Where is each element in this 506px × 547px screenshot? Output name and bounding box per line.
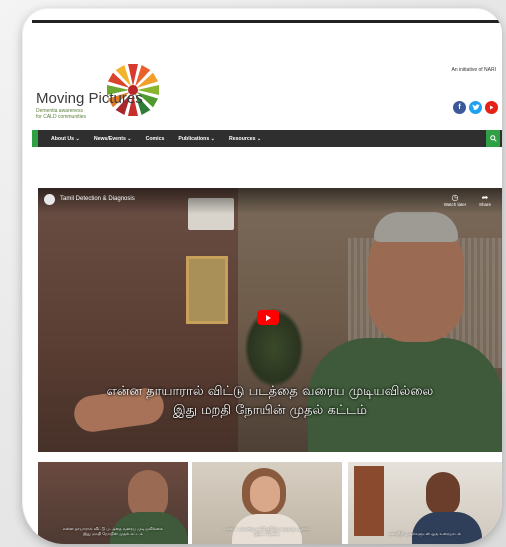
search-button[interactable] [486,130,500,147]
nav-item-news-events[interactable]: News/Events ⌄ [94,136,132,142]
play-button[interactable] [257,310,279,325]
channel-avatar[interactable] [44,194,55,205]
nav-item-about-us[interactable]: About Us ⌄ [51,136,80,142]
web-page: Moving Pictures Dementia awareness for C… [32,20,502,544]
video-thumbnail-3[interactable]: கலாநிதி அவர்களுடன் ஒரு உரையாடல் [348,462,502,544]
screenshot-frame: Moving Pictures Dementia awareness for C… [0,0,506,547]
home-nav-tab[interactable] [32,130,38,147]
site-header: Moving Pictures Dementia awareness for C… [32,23,502,127]
video-subtitle-line-1: என்ன தாயாரால் விட்டு படத்தை வரைய முடியவி… [106,384,434,399]
facebook-icon[interactable]: f [453,101,466,114]
video-subtitle-line-2: இது மறதி நோயின் முதல் கட்டம் [173,403,367,418]
nav-item-comics[interactable]: Comics [146,136,165,142]
video-title[interactable]: Tamil Detection & Diagnosis [60,196,135,202]
share-icon: ➦ [481,193,489,202]
twitter-bird-icon [472,104,480,110]
thumbnail-caption-line-2: இடைவேளை [254,531,280,536]
site-logo-title[interactable]: Moving Pictures [36,90,143,107]
nav-item-publications[interactable]: Publications ⌄ [178,136,215,142]
share-label: Share [478,202,491,207]
thumbnail-caption: என்ன தாயாரால் விட்டு படத்தை வரைய முடியவி… [38,526,188,536]
initiative-text: An initiative of NARI [451,67,496,73]
youtube-icon[interactable] [485,101,498,114]
youtube-video-player[interactable]: Tamil Detection & Diagnosis ◷ Watch late… [38,188,502,452]
clock-icon: ◷ [451,193,459,202]
watch-later-label: Watch later [443,202,467,207]
thumbnail-bookshelf [354,466,384,536]
search-icon [489,135,497,142]
main-navigation: About Us ⌄ News/Events ⌄ Comics Publicat… [32,130,502,147]
speaker-hair [374,212,458,242]
wall-painting [186,256,228,324]
share-button[interactable]: ➦ Share [470,193,500,207]
thumbnail-caption-line-2: இது மறதி நோயின் முதல் கட்டம் [83,531,143,536]
thumbnail-caption: டாக்டர் அவனது மறதி குறித்து கூறுவது ஆறாம… [192,526,342,536]
twitter-icon[interactable] [469,101,482,114]
watch-later-button[interactable]: ◷ Watch later [440,193,470,207]
thumbnail-person [426,472,460,516]
play-icon [266,314,271,321]
browser-card: Moving Pictures Dementia awareness for C… [22,8,502,544]
video-thumbnail-2[interactable]: டாக்டர் அவனது மறதி குறித்து கூறுவது ஆறாம… [192,462,342,544]
nav-items: About Us ⌄ News/Events ⌄ Comics Publicat… [51,130,261,147]
tagline-line-2: for CALD communities [36,114,87,120]
thumbnail-caption: கலாநிதி அவர்களுடன் ஒரு உரையாடல் [348,531,502,536]
thumbnail-face [250,476,280,512]
youtube-play-icon [490,105,494,110]
video-thumbnail-1[interactable]: என்ன தாயாரால் விட்டு படத்தை வரைய முடியவி… [38,462,188,544]
thumbnail-caption-line-1: கலாநிதி அவர்களுடன் ஒரு உரையாடல் [388,531,462,536]
nav-item-resources[interactable]: Resources ⌄ [229,136,261,142]
social-links: f [453,101,498,114]
thumbnail-shirt [412,512,482,544]
site-logo-tagline: Dementia awareness for CALD communities [36,108,86,120]
